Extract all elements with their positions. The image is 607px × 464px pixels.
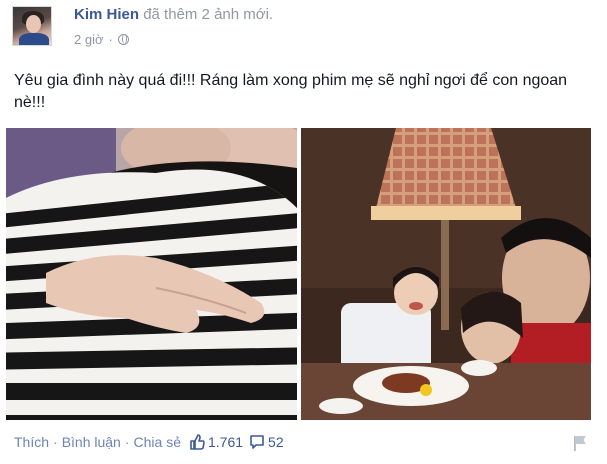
photo-pregnant-belly[interactable] bbox=[6, 128, 297, 420]
post-status-text: Yêu gia đình này quá đi!!! Ráng làm xong… bbox=[14, 72, 568, 111]
flag-icon[interactable] bbox=[571, 434, 589, 452]
news-feed-post: Kim Hien đã thêm 2 ảnh mới. 2 giờ · Yêu … bbox=[0, 0, 607, 464]
comment-link[interactable]: Bình luận bbox=[62, 434, 121, 450]
author-avatar[interactable] bbox=[12, 6, 52, 46]
post-header: Kim Hien đã thêm 2 ảnh mới. bbox=[74, 6, 273, 23]
post-timestamp[interactable]: 2 giờ bbox=[74, 32, 104, 47]
photo-pregnant-belly-image bbox=[6, 128, 297, 420]
post-meta: 2 giờ · bbox=[74, 32, 129, 47]
photo-family-dinner[interactable] bbox=[301, 128, 591, 420]
likes-count[interactable]: 1.761 bbox=[189, 434, 243, 450]
post-action-text: đã thêm 2 ảnh mới. bbox=[143, 6, 274, 23]
likes-count-value: 1.761 bbox=[208, 434, 244, 450]
author-name-link[interactable]: Kim Hien bbox=[74, 6, 139, 23]
like-link[interactable]: Thích bbox=[14, 434, 49, 450]
action-separator: · bbox=[124, 434, 130, 450]
comments-count-value: 52 bbox=[268, 434, 284, 450]
meta-separator: · bbox=[108, 32, 113, 47]
globe-icon[interactable] bbox=[117, 34, 129, 45]
comment-bubble-icon bbox=[250, 435, 264, 449]
post-actions: Thích · Bình luận · Chia sẻ 1.761 52 bbox=[14, 434, 284, 450]
action-separator: · bbox=[53, 434, 58, 450]
share-link[interactable]: Chia sẻ bbox=[134, 434, 181, 450]
photo-family-dinner-image bbox=[301, 128, 591, 420]
comments-count[interactable]: 52 bbox=[249, 434, 284, 450]
thumbs-up-icon bbox=[190, 434, 205, 450]
